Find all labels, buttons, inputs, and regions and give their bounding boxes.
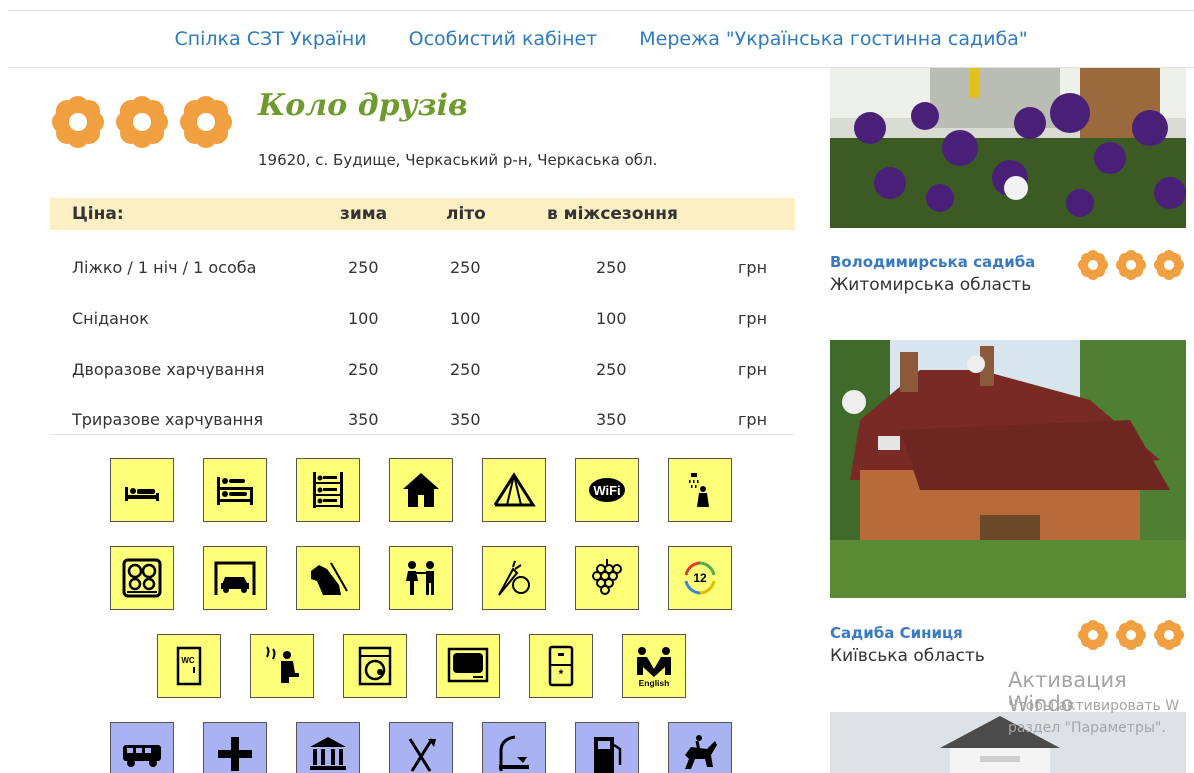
price-unit: грн bbox=[738, 360, 768, 379]
listing-address: 19620, с. Будище, Черкаський р-н, Черкас… bbox=[258, 151, 658, 169]
sidebar-card-image[interactable] bbox=[830, 68, 1186, 228]
house-photo bbox=[830, 340, 1186, 598]
medical-cross-icon bbox=[203, 722, 267, 773]
sidebar-card-title[interactable]: Садиба Синиця bbox=[830, 624, 963, 642]
windows-activation-line2: раздел "Параметры". bbox=[1008, 720, 1166, 736]
hunting-dog-icon bbox=[296, 546, 360, 610]
garage-icon bbox=[203, 546, 267, 610]
sidebar-card-rating bbox=[1078, 250, 1184, 280]
price-offseason: 250 bbox=[596, 360, 627, 379]
top-nav: Спілка СЗТ України Особистий кабінет Мер… bbox=[8, 10, 1194, 68]
price-offseason: 350 bbox=[596, 410, 627, 429]
price-summer: 350 bbox=[450, 410, 481, 429]
price-header-label: Ціна: bbox=[72, 204, 124, 224]
double-bed-icon bbox=[203, 458, 267, 522]
price-table-header: Ціна: зима літо в міжсезоння bbox=[50, 198, 795, 230]
price-winter: 350 bbox=[348, 410, 379, 429]
price-header-offseason: в міжсезоння bbox=[547, 204, 678, 224]
price-row-label: Дворазове харчування bbox=[72, 360, 265, 379]
english-icon: English bbox=[622, 634, 686, 698]
vegetables-icon bbox=[482, 546, 546, 610]
price-header-winter: зима bbox=[340, 204, 388, 224]
grapes-icon bbox=[575, 546, 639, 610]
wc-icon: WC bbox=[157, 634, 221, 698]
wc-label: WC bbox=[181, 656, 195, 665]
horse-riding-icon bbox=[668, 722, 732, 773]
sidebar-card-image[interactable] bbox=[830, 340, 1186, 598]
price-row: Ліжко / 1 ніч / 1 особа 250 250 250 грн bbox=[50, 240, 795, 290]
flower-rating-icon bbox=[1116, 250, 1146, 280]
price-table: Ліжко / 1 ніч / 1 особа 250 250 250 грн … bbox=[50, 240, 795, 435]
fuel-icon bbox=[575, 722, 639, 773]
price-unit: грн bbox=[738, 258, 768, 277]
washing-machine-icon bbox=[343, 634, 407, 698]
flower-rating-icon bbox=[116, 96, 168, 148]
price-row-label: Триразове харчування bbox=[72, 410, 264, 429]
flower-rating-icon bbox=[1154, 620, 1184, 650]
listing-rating bbox=[52, 96, 232, 148]
sidebar-card-region: Київська область bbox=[830, 646, 985, 666]
wifi-label: WiFi bbox=[593, 483, 620, 498]
nav-link-network[interactable]: Мережа "Українська гостинна садиба" bbox=[639, 28, 1027, 50]
fishing-icon bbox=[482, 722, 546, 773]
flower-rating-icon bbox=[1078, 250, 1108, 280]
year-round-label: 12 bbox=[693, 571, 707, 585]
price-summer: 100 bbox=[450, 309, 481, 328]
sauna-icon bbox=[250, 634, 314, 698]
stove-icon bbox=[110, 546, 174, 610]
price-summer: 250 bbox=[450, 258, 481, 277]
house-icon bbox=[389, 458, 453, 522]
price-row: Триразове харчування 350 350 350 грн bbox=[50, 392, 795, 442]
nav-link-account[interactable]: Особистий кабінет bbox=[409, 28, 598, 50]
svg-text:*: * bbox=[559, 667, 564, 681]
sidebar-card-title[interactable]: Володимирська садиба bbox=[830, 253, 1035, 271]
price-offseason: 100 bbox=[596, 309, 627, 328]
price-unit: грн bbox=[738, 309, 768, 328]
amenities-grid: WiFi 12 WC * English bbox=[50, 440, 795, 773]
flower-rating-icon bbox=[1154, 250, 1184, 280]
year-round-icon: 12 bbox=[668, 546, 732, 610]
tv-icon bbox=[436, 634, 500, 698]
windows-activation-line1: Чтобы активировать W bbox=[1008, 698, 1180, 714]
flower-rating-icon bbox=[1116, 620, 1146, 650]
price-row: Дворазове харчування 250 250 250 грн bbox=[50, 342, 795, 392]
flower-rating-icon bbox=[52, 96, 104, 148]
price-summer: 250 bbox=[450, 360, 481, 379]
museum-icon bbox=[296, 722, 360, 773]
sidebar-card-rating bbox=[1078, 620, 1184, 650]
price-winter: 100 bbox=[348, 309, 379, 328]
fridge-icon: * bbox=[529, 634, 593, 698]
restaurant-icon bbox=[389, 722, 453, 773]
flower-rating-icon bbox=[1078, 620, 1108, 650]
price-unit: грн bbox=[738, 410, 768, 429]
bunk-bed-icon bbox=[296, 458, 360, 522]
pansies-photo bbox=[830, 68, 1186, 228]
price-winter: 250 bbox=[348, 360, 379, 379]
english-label: English bbox=[639, 678, 670, 688]
price-header-summer: літо bbox=[446, 204, 486, 224]
tent-icon bbox=[482, 458, 546, 522]
price-row-label: Сніданок bbox=[72, 309, 149, 328]
flower-rating-icon bbox=[180, 96, 232, 148]
children-icon bbox=[389, 546, 453, 610]
sidebar-card-region: Житомирська область bbox=[830, 275, 1032, 295]
nav-link-union[interactable]: Спілка СЗТ України bbox=[174, 28, 366, 50]
price-row: Сніданок 100 100 100 грн bbox=[50, 291, 795, 341]
wifi-icon: WiFi bbox=[575, 458, 639, 522]
price-row-label: Ліжко / 1 ніч / 1 особа bbox=[72, 258, 257, 277]
single-bed-icon bbox=[110, 458, 174, 522]
listing-title: Коло друзів bbox=[258, 88, 468, 123]
shower-icon bbox=[668, 458, 732, 522]
bus-icon bbox=[110, 722, 174, 773]
price-winter: 250 bbox=[348, 258, 379, 277]
price-offseason: 250 bbox=[596, 258, 627, 277]
